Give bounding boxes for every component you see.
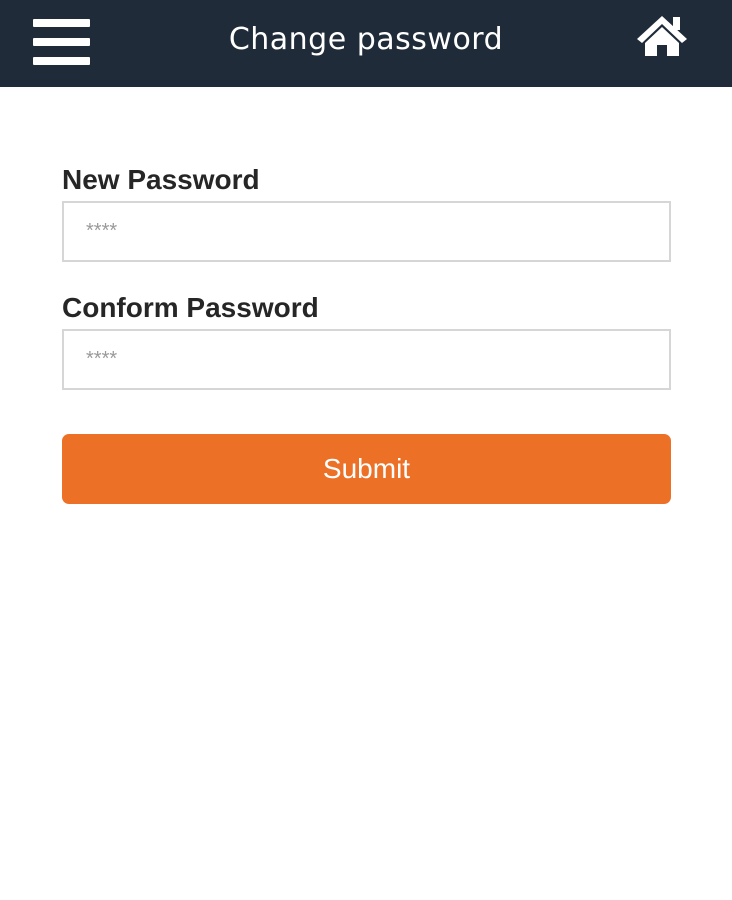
header-bar: Change password [0,0,732,87]
home-icon [637,16,687,56]
submit-button[interactable]: Submit [62,434,671,504]
home-button[interactable] [636,14,688,58]
confirm-password-label: Conform Password [62,292,319,323]
page-title: Change password [228,22,504,57]
new-password-label: New Password [62,164,260,195]
confirm-password-input[interactable] [62,329,671,390]
change-password-screen: Change password New Password Conform Pas… [0,0,732,900]
new-password-input[interactable] [62,201,671,262]
